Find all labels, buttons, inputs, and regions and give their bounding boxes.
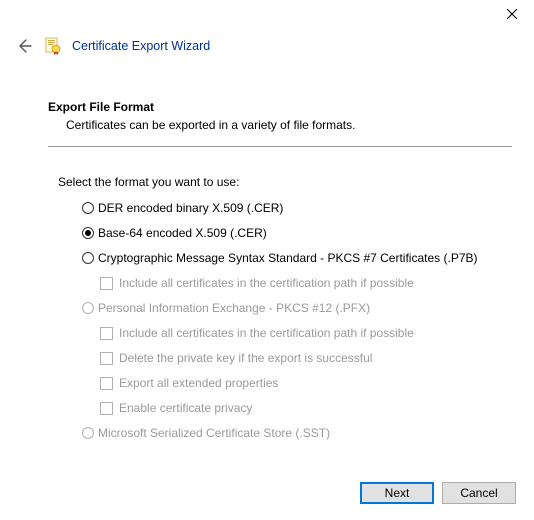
- cancel-button[interactable]: Cancel: [442, 482, 516, 504]
- checkbox-icon: [100, 352, 113, 365]
- check-label: Delete the private key if the export is …: [119, 351, 372, 365]
- page-heading: Export File Format: [48, 100, 512, 114]
- radio-icon: [82, 252, 94, 264]
- radio-pfx: Personal Information Exchange - PKCS #12…: [82, 301, 512, 315]
- check-pkcs7-include-chain: Include all certificates in the certific…: [100, 276, 512, 290]
- check-label: Export all extended properties: [119, 376, 278, 390]
- format-prompt: Select the format you want to use:: [48, 175, 512, 189]
- radio-icon: [82, 227, 94, 239]
- close-icon: [507, 9, 517, 19]
- check-pfx-delete-key: Delete the private key if the export is …: [100, 351, 512, 365]
- page-description: Certificates can be exported in a variet…: [48, 118, 512, 132]
- radio-sst-label: Microsoft Serialized Certificate Store (…: [98, 426, 330, 440]
- checkbox-icon: [100, 327, 113, 340]
- radio-pkcs7-label: Cryptographic Message Syntax Standard - …: [98, 251, 478, 265]
- check-label: Enable certificate privacy: [119, 401, 252, 415]
- checkbox-icon: [100, 377, 113, 390]
- radio-pfx-label: Personal Information Exchange - PKCS #12…: [98, 301, 370, 315]
- checkbox-icon: [100, 277, 113, 290]
- radio-der[interactable]: DER encoded binary X.509 (.CER): [82, 201, 512, 215]
- radio-base64-label: Base-64 encoded X.509 (.CER): [98, 226, 267, 240]
- radio-icon: [82, 202, 94, 214]
- checkbox-icon: [100, 402, 113, 415]
- check-pfx-include-chain: Include all certificates in the certific…: [100, 326, 512, 340]
- back-arrow-icon: [16, 38, 32, 54]
- wizard-content: Export File Format Certificates can be e…: [48, 100, 512, 451]
- certificate-icon: [44, 37, 62, 55]
- next-button[interactable]: Next: [360, 482, 434, 504]
- wizard-header: Certificate Export Wizard: [14, 36, 210, 56]
- check-pfx-cert-privacy: Enable certificate privacy: [100, 401, 512, 415]
- close-button[interactable]: [489, 0, 534, 28]
- radio-pkcs7[interactable]: Cryptographic Message Syntax Standard - …: [82, 251, 512, 265]
- radio-base64[interactable]: Base-64 encoded X.509 (.CER): [82, 226, 512, 240]
- check-label: Include all certificates in the certific…: [119, 326, 414, 340]
- back-button[interactable]: [14, 36, 34, 56]
- radio-der-label: DER encoded binary X.509 (.CER): [98, 201, 283, 215]
- check-label: Include all certificates in the certific…: [119, 276, 414, 290]
- check-pfx-export-ext: Export all extended properties: [100, 376, 512, 390]
- divider: [48, 146, 512, 147]
- radio-sst: Microsoft Serialized Certificate Store (…: [82, 426, 512, 440]
- radio-icon: [82, 427, 94, 439]
- radio-icon: [82, 302, 94, 314]
- wizard-footer: Next Cancel: [360, 482, 516, 504]
- wizard-title: Certificate Export Wizard: [72, 39, 210, 53]
